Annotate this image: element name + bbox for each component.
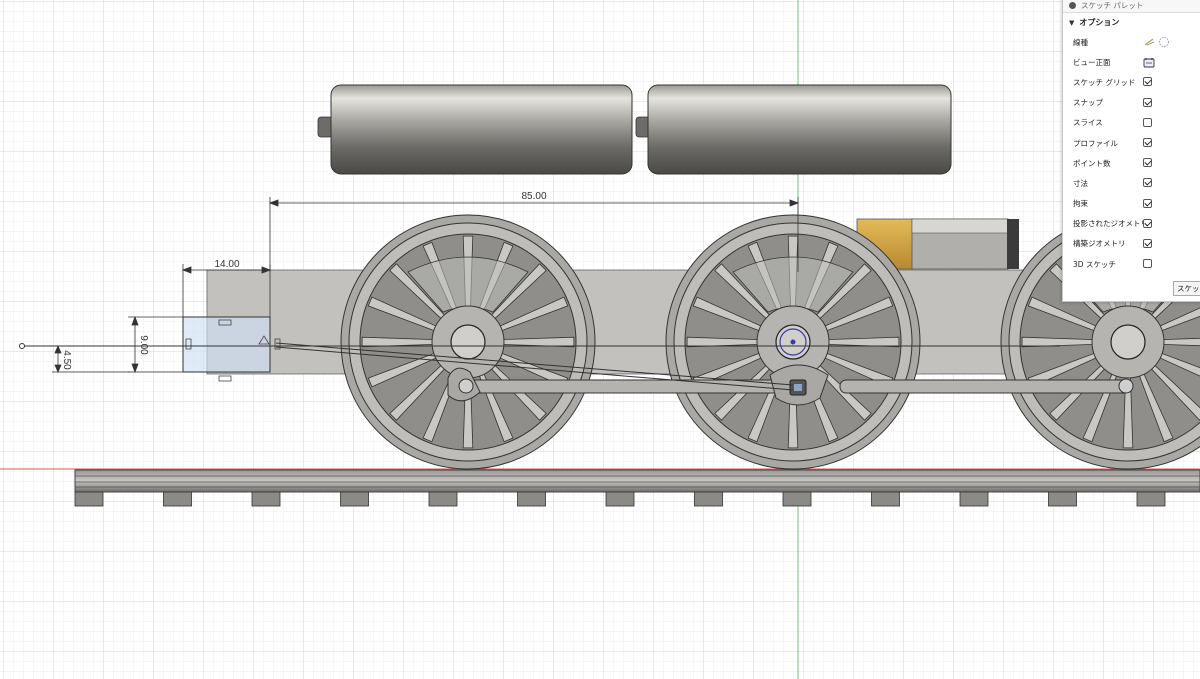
options-section-label: オプション [1079,18,1120,27]
projected-geometry-checkbox[interactable] [1143,218,1152,228]
sleeper [605,491,635,507]
dimension-85-label[interactable]: 85.00 [521,191,546,202]
palette-row-slice: スライス [1063,113,1200,133]
palette-row-points: ポイント数 [1063,153,1200,173]
3d-sketch-checkbox[interactable] [1143,259,1152,269]
palette-collapse-icon[interactable] [1069,2,1076,9]
construction-geometry-checkbox[interactable] [1143,238,1152,248]
dimension-9-label[interactable]: 9.00 [138,335,149,355]
tank-right[interactable] [635,84,952,175]
row-label: 投影されたジオメトリ [1073,219,1148,229]
snap-checkbox[interactable] [1143,97,1152,107]
slice-checkbox[interactable] [1143,117,1152,127]
sleeper [251,491,281,507]
finish-sketch-button[interactable]: スケッチを終了 [1173,281,1200,296]
row-label: 構築ジオメトリ [1073,239,1126,249]
palette-row-look-at: ビュー正面 [1063,52,1200,72]
triangle-down-icon: ▼ [1069,18,1075,27]
options-section-header[interactable]: ▼ オプション [1063,13,1200,32]
sleeper [782,491,812,507]
sketch-profile[interactable] [182,316,281,382]
palette-row-sketch-grid: スケッチ グリッド [1063,72,1200,92]
palette-row-dimensions: 寸法 [1063,173,1200,193]
row-label: ポイント数 [1073,158,1111,168]
sketch-palette: スケッチ パレット ▼ オプション 線種 ビュー正面 スケッチ グリッド スナッ… [1062,0,1200,302]
palette-row-projected-geometry: 投影されたジオメトリ [1063,214,1200,234]
look-at-icon[interactable] [1143,57,1155,70]
palette-row-linetype: 線種 [1063,32,1200,52]
wheel[interactable] [340,214,596,470]
linetype-control[interactable] [1143,36,1175,50]
row-label: 寸法 [1073,178,1088,188]
palette-row-profile: プロファイル [1063,133,1200,153]
constraints-checkbox[interactable] [1143,198,1152,208]
row-label: スライス [1073,118,1103,128]
sleeper [163,491,192,507]
dimension-14-label[interactable]: 14.00 [214,259,239,270]
sleeper [871,491,900,507]
sleeper [428,491,458,507]
dimensions-checkbox[interactable] [1143,178,1152,188]
row-label: ビュー正面 [1073,57,1111,67]
sleeper [959,491,989,507]
sleeper [1048,491,1077,507]
tank-left[interactable] [317,84,633,175]
palette-title-bar[interactable]: スケッチ パレット [1063,0,1200,13]
row-label: 拘束 [1073,199,1088,209]
points-checkbox[interactable] [1143,158,1152,168]
linetype-pencil-icon[interactable] [1144,38,1155,46]
row-label: スナップ [1073,98,1103,108]
linetype-dashed-circle-icon[interactable] [1159,37,1169,47]
sketch-grid-checkbox[interactable] [1143,77,1152,87]
palette-row-construction-geometry: 構築ジオメトリ [1063,234,1200,254]
design-canvas[interactable]: 85.00 14.00 9.00 4.50 [0,0,1200,679]
sleeper [74,491,104,507]
palette-row-constraints: 拘束 [1063,194,1200,214]
palette-row-3d-sketch: 3D スケッチ [1063,254,1200,274]
profile-checkbox[interactable] [1143,137,1152,147]
sleeper [517,491,546,507]
sleeper [1136,491,1166,507]
dimension-4-5-label[interactable]: 4.50 [61,350,72,370]
sleeper [694,491,723,507]
row-label: 3D スケッチ [1073,259,1116,269]
palette-row-snap: スナップ [1063,93,1200,113]
sleeper [340,491,369,507]
row-label: 線種 [1073,37,1088,47]
palette-title: スケッチ パレット [1081,1,1144,10]
row-label: プロファイル [1073,138,1118,148]
row-label: スケッチ グリッド [1073,77,1136,87]
